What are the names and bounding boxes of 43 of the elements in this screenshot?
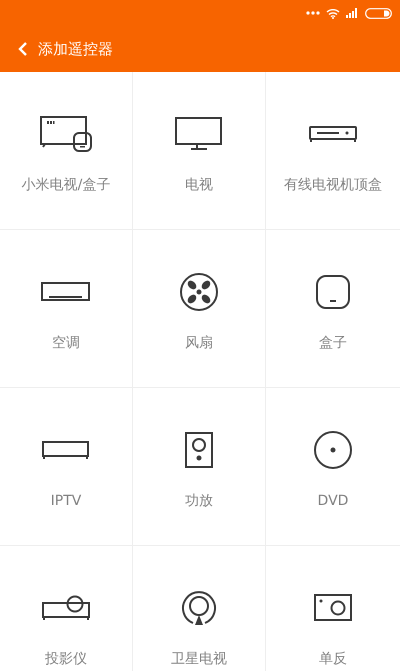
device-label: 有线电视机顶盒 [284,177,382,194]
device-label: DVD [318,493,348,510]
device-tile[interactable]: 风扇 [133,230,266,388]
more-dots-icon [306,11,320,15]
device-tile[interactable]: 单反 [266,546,400,671]
device-tile[interactable]: DVD [266,388,400,546]
device-tile[interactable]: 投影仪 [0,546,133,671]
device-tile[interactable]: 电视 [133,72,266,230]
device-label: IPTV [50,493,82,510]
device-label: 风扇 [185,335,213,352]
camera-icon [314,594,352,622]
box-icon [316,275,350,309]
device-label: 电视 [185,177,213,194]
battery-icon [365,8,392,18]
device-tile[interactable]: 空调 [0,230,133,388]
device-label: 功放 [185,493,213,510]
iptv-box-icon [42,441,90,459]
device-tile[interactable]: 盒子 [266,230,400,388]
tv-icon [175,117,223,151]
device-tile[interactable]: IPTV [0,388,133,546]
device-tile[interactable]: 小米电视/盒子 [0,72,133,230]
device-label: 空调 [52,335,80,352]
fan-icon [179,272,219,312]
set-top-box-icon [309,126,357,142]
air-conditioner-icon [41,282,91,302]
device-label: 卫星电视 [171,651,227,668]
device-label: 盒子 [319,335,347,352]
device-tile[interactable]: 卫星电视 [133,546,266,671]
device-label: 单反 [319,651,347,668]
tv-and-box-icon [40,116,92,152]
back-button[interactable] [18,42,28,56]
page-title: 添加遥控器 [38,40,113,58]
device-tile[interactable]: 有线电视机顶盒 [266,72,400,230]
device-label: 小米电视/盒子 [22,177,110,194]
wifi-icon [326,8,340,18]
back-icon [18,42,28,56]
signal-icon [346,8,359,18]
satellite-icon [181,589,217,627]
disc-icon [313,430,353,470]
device-tile[interactable]: 功放 [133,388,266,546]
projector-icon [42,595,90,621]
device-label: 投影仪 [45,651,87,668]
speaker-icon [185,432,213,468]
